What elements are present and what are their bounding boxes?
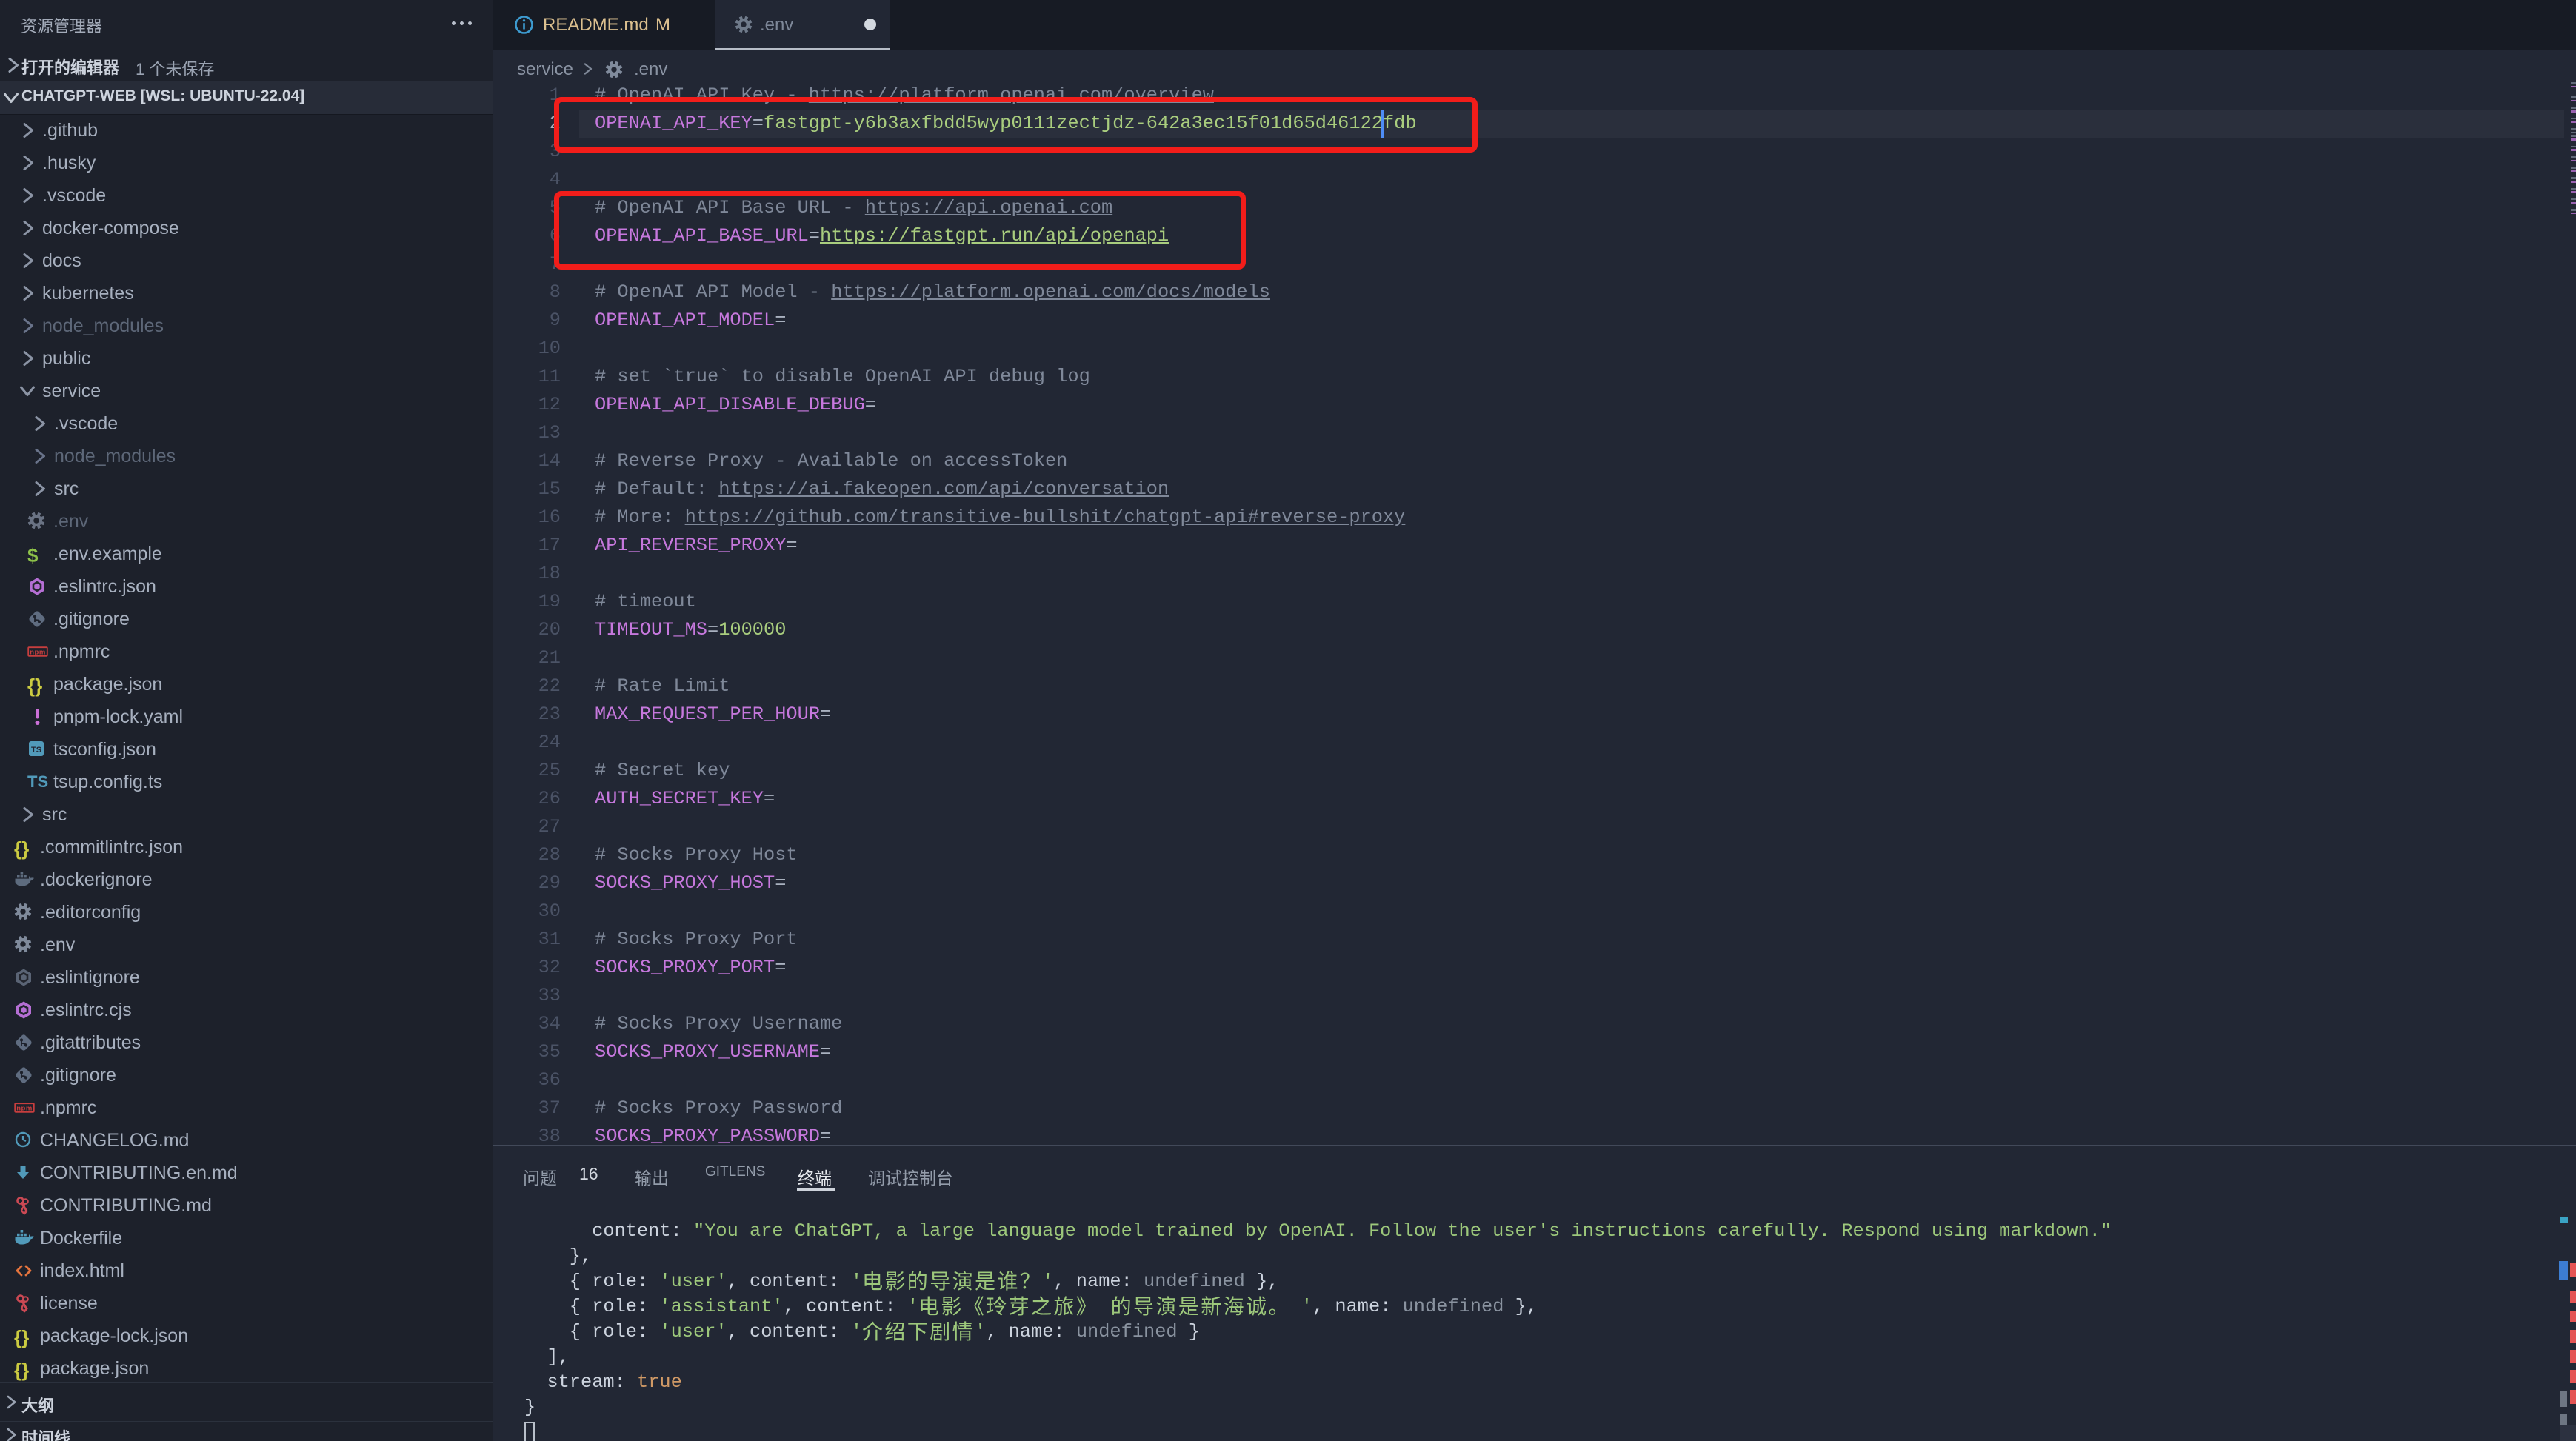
svg-text:TS: TS (31, 746, 41, 755)
svg-text:npm: npm (16, 1104, 33, 1112)
svg-text:npm: npm (30, 648, 46, 656)
